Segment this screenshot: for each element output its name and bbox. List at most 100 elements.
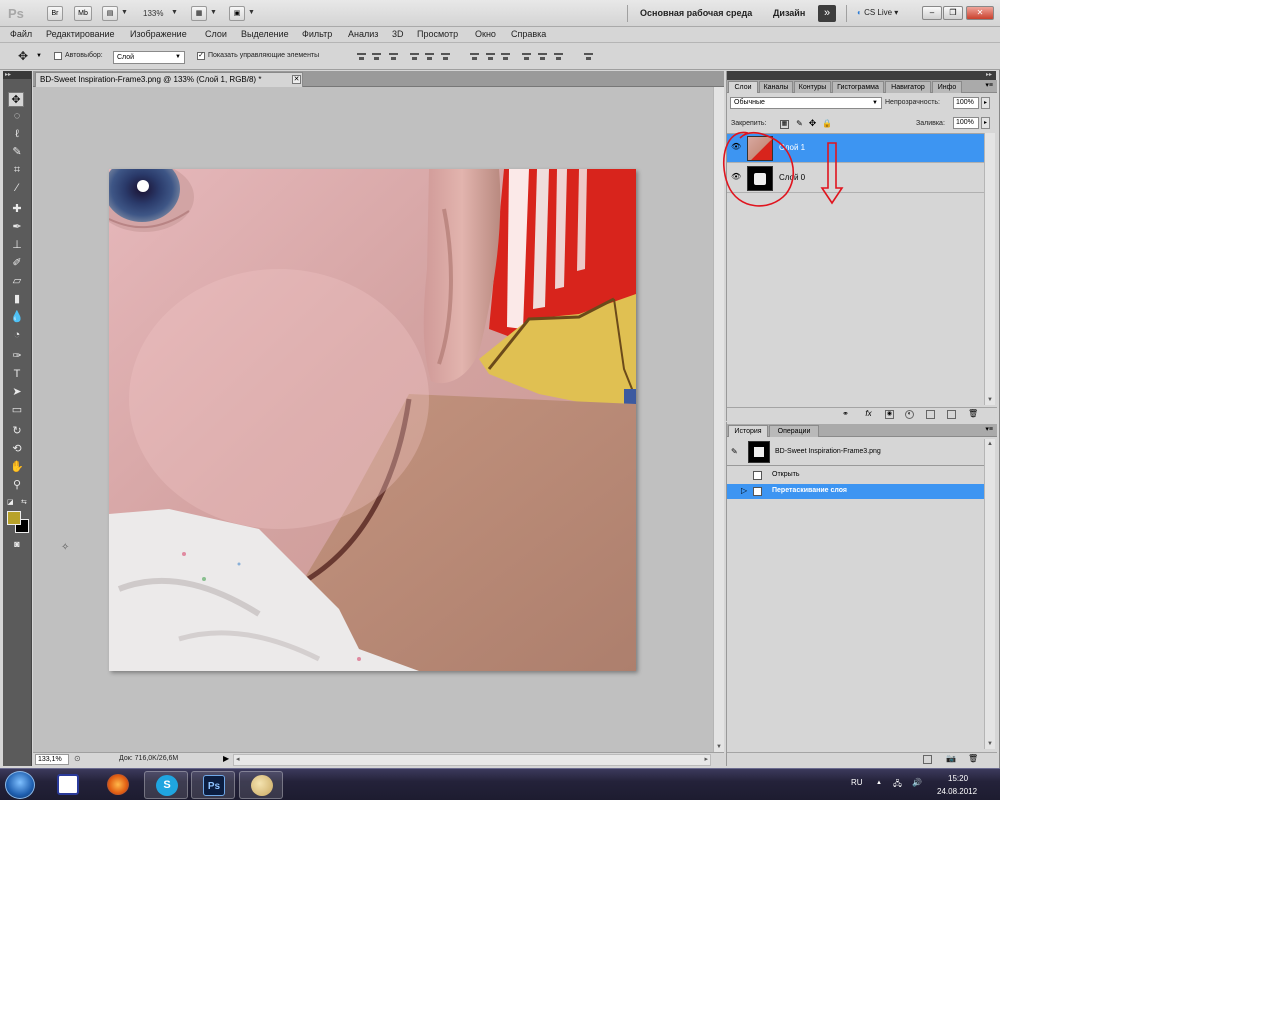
swap-colors-icon[interactable]: ⇆ [21,498,27,506]
autoselect-target-select[interactable]: Слой ▼ [113,51,185,64]
taskbar-skype[interactable]: S [144,771,188,799]
arrange-documents-button[interactable]: ▦ [191,6,207,21]
dodge-tool-icon[interactable]: ◔ [9,328,25,343]
menu-filter[interactable]: Фильтр [302,29,332,39]
quick-select-tool-icon[interactable]: ✎ [9,145,25,160]
lock-transparency-icon[interactable]: ▦ [780,120,789,129]
history-step-drag-layer[interactable]: ▷ Перетаскивание слоя [727,484,984,499]
distribute-left-icon[interactable] [521,51,532,62]
lock-pixels-icon[interactable]: ✎ [795,120,804,129]
fill-field[interactable]: 100% [953,117,979,129]
scroll-up-icon[interactable]: ▲ [987,441,993,447]
zoom-tool-icon[interactable]: ⚲ [9,478,25,493]
tab-layers[interactable]: Слои [728,81,758,93]
clock-time[interactable]: 15:20 [948,774,968,783]
layer-style-icon[interactable]: fx [864,410,873,419]
show-controls-checkbox[interactable]: ✓ [197,52,205,60]
type-tool-icon[interactable]: T [9,367,25,382]
eraser-tool-icon[interactable]: ▱ [9,274,25,289]
tab-info[interactable]: Инфо [932,81,962,93]
align-right-icon[interactable] [440,51,451,62]
distribute-vcenter-icon[interactable] [485,51,496,62]
restore-button[interactable]: ❐ [943,6,963,20]
taskbar-photoshop[interactable]: Ps [191,771,235,799]
menu-select[interactable]: Выделение [241,29,289,39]
status-zoom-field[interactable]: 133,1% [35,754,69,765]
lock-position-icon[interactable]: ✥ [808,119,817,129]
tab-channels[interactable]: Каналы [759,81,793,93]
menu-layers[interactable]: Слои [205,29,227,39]
delete-layer-icon[interactable]: 🗑 [968,410,978,419]
volume-icon[interactable]: 🔊 [912,778,922,787]
adjustment-layer-icon[interactable]: ◐ [905,410,914,419]
move-tool-icon[interactable]: ✥ [8,92,24,107]
brush-tool-icon[interactable]: ✒ [9,220,25,235]
canvas-vertical-scrollbar[interactable]: ▼ [713,87,724,752]
snapshot-brush-icon[interactable]: ✎ [731,447,738,456]
mini-bridge-button[interactable]: Mb [74,6,92,21]
lasso-tool-icon[interactable]: ℓ [9,127,25,142]
scroll-down-icon[interactable]: ▼ [987,741,993,747]
add-mask-icon[interactable]: ◉ [885,410,894,419]
workspace-essentials[interactable]: Основная рабочая среда [640,8,752,18]
align-top-icon[interactable] [356,51,367,62]
scroll-right-icon[interactable]: ▸ [704,755,708,763]
layer-row-0[interactable]: 👁 Слой 0 [727,164,984,193]
panel-menu-icon[interactable]: ▾≡ [985,81,993,89]
move-tool-preset-icon[interactable]: ✥ [18,49,28,63]
menu-view[interactable]: Просмотр [417,29,458,39]
autoselect-checkbox[interactable] [54,52,62,60]
layer-name[interactable]: Слой 0 [779,173,805,182]
zoom-level[interactable]: 133% [143,9,163,18]
history-scrollbar[interactable]: ▲ ▼ [984,439,995,749]
cs-live-button[interactable]: ◐ CS Live ▾ [857,8,898,17]
view-extras-button[interactable]: ▤ [102,6,118,21]
clone-stamp-tool-icon[interactable]: ⊥ [9,238,25,253]
hand-tool-icon[interactable]: ✋ [9,460,25,475]
quick-mask-icon[interactable]: ◙ [9,537,25,552]
layer-row-1[interactable]: 👁 Слой 1 [727,134,984,163]
menu-image[interactable]: Изображение [130,29,187,39]
menu-3d[interactable]: 3D [392,29,404,39]
scroll-left-icon[interactable]: ◂ [236,755,240,763]
new-snapshot-icon[interactable]: 📷 [946,755,956,764]
marquee-tool-icon[interactable]: ◌ [9,109,25,124]
new-layer-icon[interactable] [947,410,956,419]
history-step-open[interactable]: Открыть [727,468,984,483]
bridge-button[interactable]: Br [47,6,63,21]
taskbar-paint[interactable] [239,771,283,799]
tab-histogram[interactable]: Гистограмма [832,81,884,93]
minimize-button[interactable]: – [922,6,942,20]
status-info-icon[interactable]: ⊙ [74,754,81,763]
close-document-icon[interactable]: ✕ [292,75,301,84]
new-document-from-state-icon[interactable] [923,755,932,764]
fill-slider-icon[interactable]: ▸ [981,117,990,129]
tab-navigator[interactable]: Навигатор [885,81,931,93]
align-left-icon[interactable] [409,51,420,62]
view-extras-dropdown-icon[interactable]: ▼ [121,9,128,16]
scroll-down-icon[interactable]: ▼ [987,397,993,403]
link-layers-icon[interactable]: ⚭ [841,410,850,419]
pen-tool-icon[interactable]: ✑ [9,349,25,364]
distribute-top-icon[interactable] [469,51,480,62]
tab-paths[interactable]: Контуры [794,81,831,93]
taskbar-app-1[interactable] [46,771,90,799]
show-hidden-icons-icon[interactable]: ▲ [876,780,882,786]
auto-align-icon[interactable] [583,51,594,62]
visibility-eye-icon[interactable]: 👁 [731,173,741,181]
zoom-dropdown-icon[interactable]: ▼ [171,9,178,16]
distribute-right-icon[interactable] [553,51,564,62]
language-indicator[interactable]: RU [851,778,863,787]
screen-mode-dropdown-icon[interactable]: ▼ [248,9,255,16]
scroll-down-icon[interactable]: ▼ [716,744,722,750]
collapse-panels-icon[interactable]: ▸▸ [986,71,992,78]
align-bottom-icon[interactable] [388,51,399,62]
document-image[interactable] [109,169,636,671]
layers-scrollbar[interactable]: ▼ [984,133,995,405]
layer-name[interactable]: Слой 1 [779,143,805,152]
3d-orbit-tool-icon[interactable]: ⟲ [9,442,25,457]
eyedropper-tool-icon[interactable]: ⁄ [9,181,25,196]
close-button[interactable]: ✕ [966,6,994,20]
distribute-bottom-icon[interactable] [500,51,511,62]
toolbox-collapse-icon[interactable]: ▸▸ [3,71,31,79]
